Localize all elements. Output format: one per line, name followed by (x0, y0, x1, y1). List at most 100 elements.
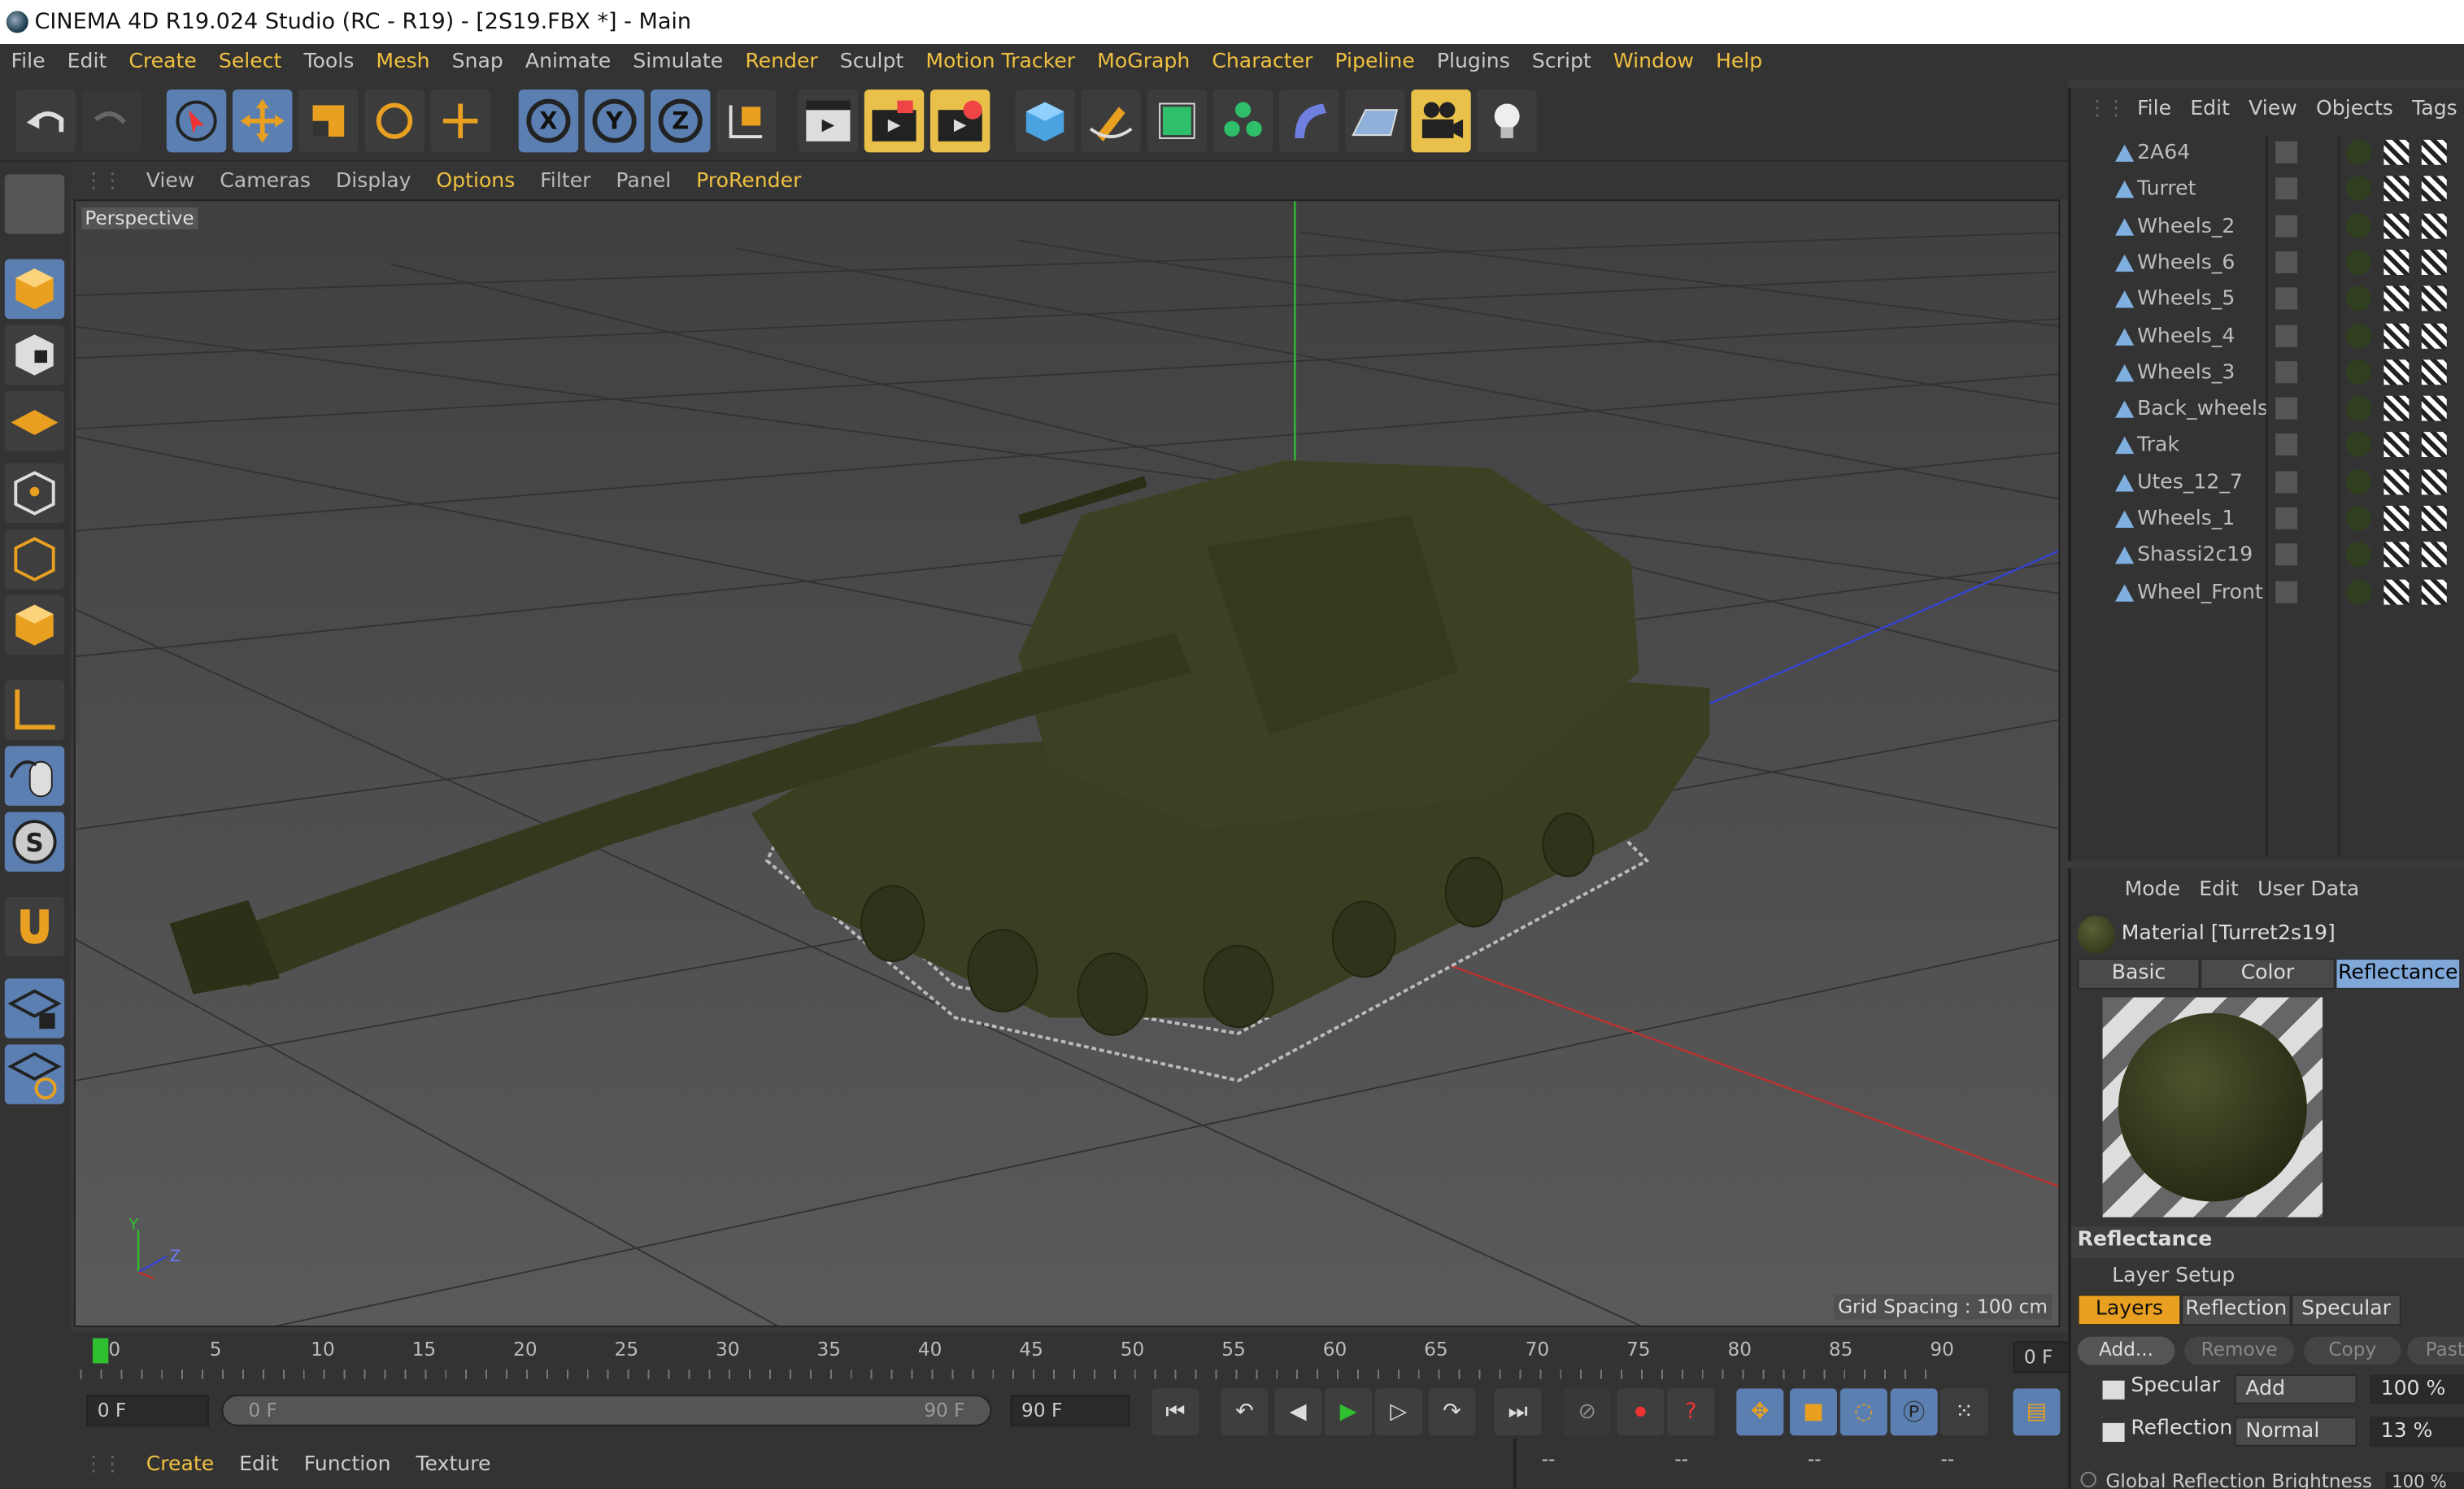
perspective-viewport[interactable]: Y Z Perspective Grid Spacing : 100 cm (73, 199, 2061, 1328)
cube-primitive-button[interactable] (1015, 89, 1075, 153)
material-menu-create[interactable]: Create (133, 1452, 226, 1476)
visibility-toggle[interactable] (2275, 287, 2298, 310)
texture-tag-icon[interactable] (2421, 212, 2447, 238)
subtab-reflection[interactable]: Reflection (2181, 1294, 2292, 1326)
menu-file[interactable]: File (0, 50, 56, 74)
pen-spline-button[interactable] (1081, 89, 1141, 153)
texture-tag-icon[interactable] (2383, 322, 2410, 348)
menu-edit[interactable]: Edit (56, 50, 118, 74)
position-key-button[interactable]: ✥ (1736, 1388, 1784, 1436)
texture-tag-icon[interactable] (2383, 505, 2410, 531)
menu-pipeline[interactable]: Pipeline (1324, 50, 1426, 74)
autokey-button[interactable]: ⏺ (1617, 1388, 1665, 1436)
scale-key-button[interactable]: ■ (1790, 1388, 1837, 1436)
layer-opacity-field[interactable]: 100 % (2370, 1374, 2464, 1404)
go-to-start-button[interactable]: ⏮ (1151, 1388, 1199, 1436)
menu-animate[interactable]: Animate (514, 50, 621, 74)
global-reflection-field[interactable]: 100 % (2385, 1471, 2464, 1489)
snap-button[interactable] (4, 896, 65, 957)
move-tool-button[interactable] (232, 89, 293, 153)
visibility-toggle[interactable] (2275, 543, 2298, 566)
menu-render[interactable]: Render (734, 50, 829, 74)
material-tag-icon[interactable] (2346, 395, 2371, 421)
menu-tools[interactable]: Tools (293, 50, 365, 74)
attrmenu-edit[interactable]: Edit (2190, 877, 2249, 901)
tab-reflectance[interactable]: Reflectance (2335, 958, 2462, 990)
menu-create[interactable]: Create (118, 50, 208, 74)
texture-tag-icon[interactable] (2421, 139, 2447, 165)
tab-basic[interactable]: Basic (2077, 958, 2201, 990)
visibility-toggle[interactable] (2275, 324, 2298, 346)
objmenu-edit[interactable]: Edit (2181, 97, 2240, 120)
tab-color[interactable]: Color (2200, 958, 2336, 990)
camera-button[interactable] (1411, 89, 1471, 153)
eye-icon[interactable] (2102, 1422, 2125, 1443)
texture-tag-icon[interactable] (2383, 395, 2410, 421)
material-preview[interactable] (2102, 997, 2323, 1217)
menu-plugins[interactable]: Plugins (1426, 50, 1521, 74)
material-menu-texture[interactable]: Texture (403, 1452, 503, 1476)
parameter-key-button[interactable]: Ⓟ (1890, 1388, 1938, 1436)
texture-tag-icon[interactable] (2421, 578, 2447, 604)
rotate-tool-button[interactable] (364, 89, 424, 153)
material-menu-function[interactable]: Function (291, 1452, 403, 1476)
menu-snap[interactable]: Snap (441, 50, 514, 74)
axis-mode-button[interactable] (4, 680, 65, 740)
menu-simulate[interactable]: Simulate (622, 50, 734, 74)
visibility-toggle[interactable] (2275, 250, 2298, 273)
material-tag-icon[interactable] (2346, 212, 2371, 238)
layer-blend-mode-select[interactable]: Add (2234, 1374, 2357, 1404)
start-frame-field[interactable]: 0 F (86, 1395, 210, 1426)
material-tag-icon[interactable] (2346, 542, 2371, 568)
add-layer-button[interactable]: Add... (2077, 1336, 2175, 1365)
attrmenu-mode[interactable]: Mode (2115, 877, 2190, 901)
transform-tool-button[interactable] (430, 89, 490, 153)
points-mode-button[interactable] (4, 463, 65, 524)
copy-layer-button[interactable]: Copy (2303, 1336, 2401, 1365)
render-to-picture-viewer-button[interactable] (864, 89, 925, 153)
texture-tag-icon[interactable] (2421, 249, 2447, 275)
menu-sculpt[interactable]: Sculpt (829, 50, 915, 74)
rotation-key-button[interactable]: ◌ (1839, 1388, 1887, 1436)
lock-x-axis-button[interactable]: X (518, 89, 579, 153)
previous-frame-button[interactable]: ◀ (1274, 1388, 1322, 1436)
floor-button[interactable] (1345, 89, 1405, 153)
material-tag-icon[interactable] (2346, 432, 2371, 458)
viewport-menu-view[interactable]: View (133, 169, 207, 193)
texture-tag-icon[interactable] (2383, 359, 2410, 385)
solo-mode-button[interactable]: S (4, 812, 65, 872)
texture-tag-icon[interactable] (2383, 432, 2410, 458)
visibility-toggle[interactable] (2275, 360, 2298, 383)
viewport-menu-options[interactable]: Options (424, 169, 528, 193)
playhead-marker[interactable] (93, 1338, 109, 1364)
visibility-toggle[interactable] (2275, 141, 2298, 163)
visibility-toggle[interactable] (2275, 507, 2298, 529)
visibility-toggle[interactable] (2275, 470, 2298, 493)
visibility-toggle[interactable] (2275, 214, 2298, 237)
texture-tag-icon[interactable] (2421, 176, 2447, 202)
texture-mode-button[interactable] (4, 324, 65, 385)
attrmenu-user-data[interactable]: User Data (2249, 877, 2369, 901)
lock-workplane-button[interactable] (4, 978, 65, 1038)
subtab-specular[interactable]: Specular (2291, 1294, 2401, 1326)
make-editable-button[interactable] (4, 174, 65, 234)
texture-tag-icon[interactable] (2383, 176, 2410, 202)
lock-z-axis-button[interactable]: Z (651, 89, 711, 153)
workplane-mode-button[interactable] (4, 390, 65, 451)
visibility-toggle[interactable] (2275, 580, 2298, 603)
texture-tag-icon[interactable] (2421, 432, 2447, 458)
render-settings-button[interactable] (929, 89, 990, 153)
texture-tag-icon[interactable] (2421, 285, 2447, 311)
light-button[interactable] (1477, 89, 1537, 153)
viewport-menu-cameras[interactable]: Cameras (207, 169, 324, 193)
paste-layer-button[interactable]: Past (2407, 1336, 2464, 1365)
texture-tag-icon[interactable] (2421, 395, 2447, 421)
model-mode-button[interactable] (4, 259, 65, 320)
material-tag-icon[interactable] (2346, 468, 2371, 494)
go-to-end-button[interactable]: ⏭ (1494, 1388, 1542, 1436)
tank-model[interactable] (169, 459, 1710, 1082)
live-selection-button[interactable] (166, 89, 227, 153)
texture-tag-icon[interactable] (2383, 542, 2410, 568)
texture-tag-icon[interactable] (2421, 359, 2447, 385)
menu-select[interactable]: Select (207, 50, 293, 74)
